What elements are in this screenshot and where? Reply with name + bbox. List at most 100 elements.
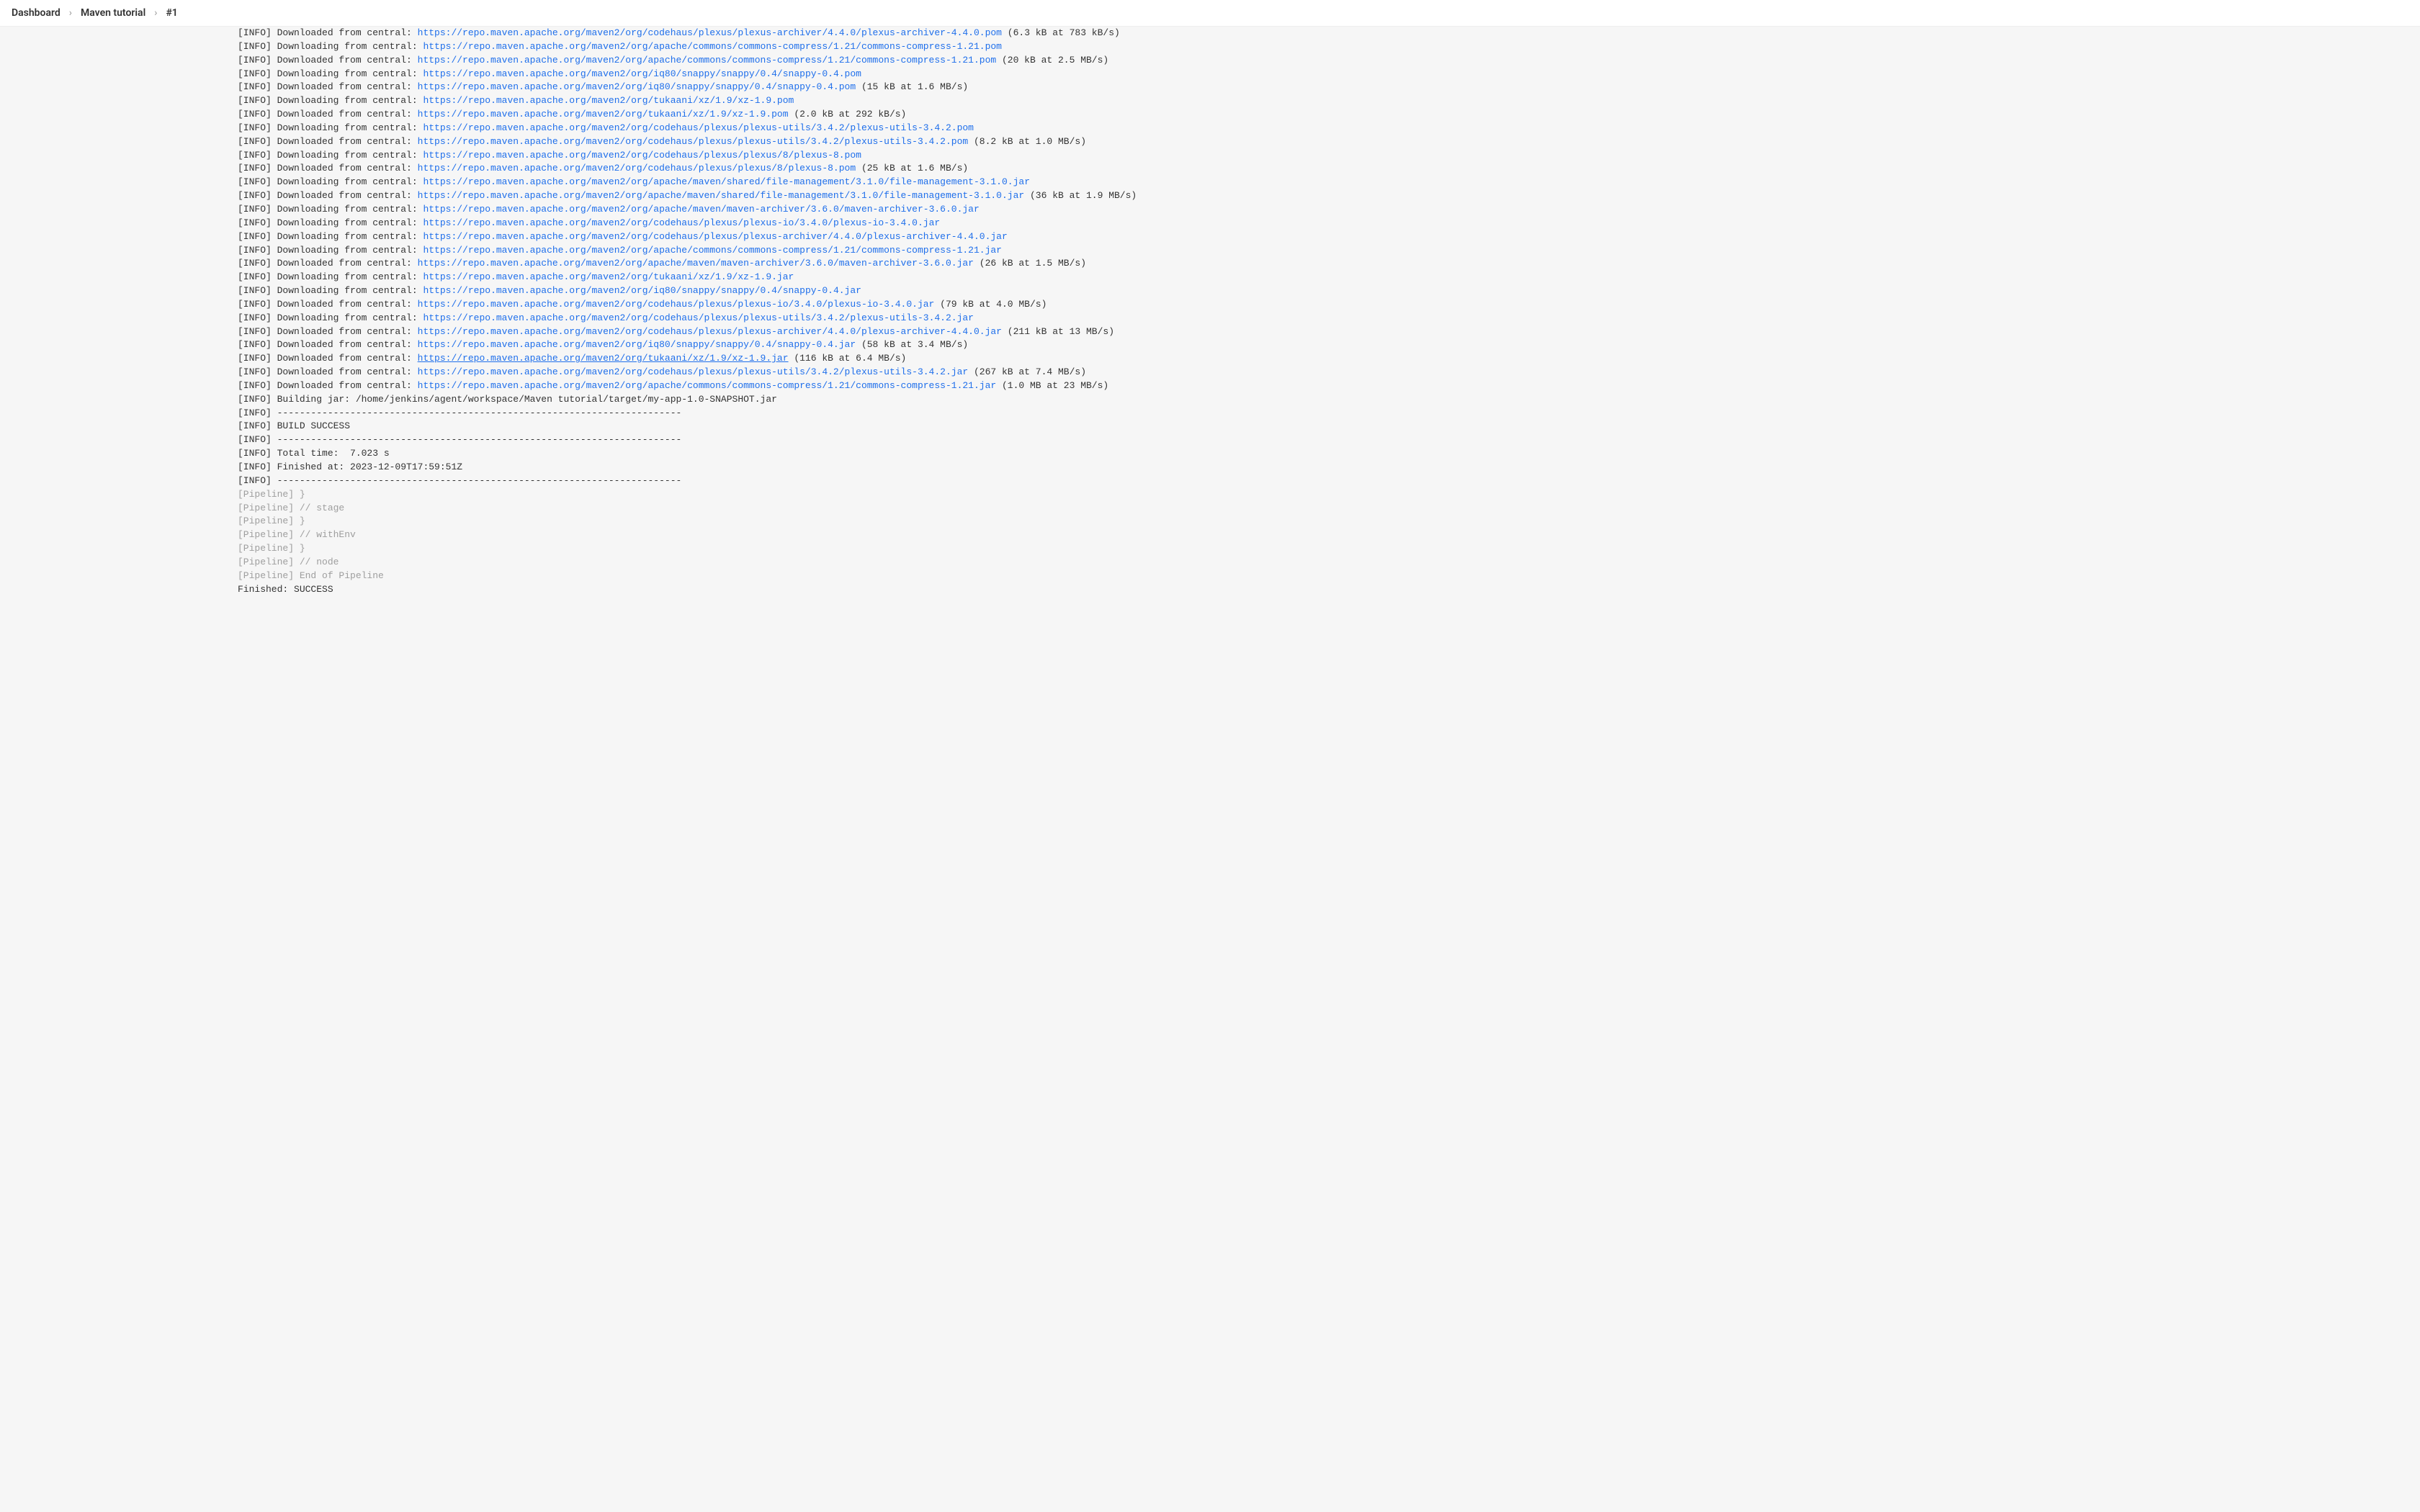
log-text: Finished: SUCCESS bbox=[238, 584, 333, 595]
log-text: (211 kB at 13 MB/s) bbox=[1002, 326, 1114, 337]
log-text: (8.2 kB at 1.0 MB/s) bbox=[968, 136, 1086, 147]
artifact-link[interactable]: https://repo.maven.apache.org/maven2/org… bbox=[418, 380, 997, 391]
log-text: [INFO] Downloaded from central: bbox=[238, 339, 418, 350]
pipeline-log-line: [Pipeline] } bbox=[238, 488, 2391, 502]
log-text: [INFO] Downloading from central: bbox=[238, 217, 423, 228]
log-line: [INFO] Downloaded from central: https://… bbox=[238, 257, 2391, 271]
pipeline-log-line: [Pipeline] } bbox=[238, 515, 2391, 528]
log-line: [INFO] Downloading from central: https:/… bbox=[238, 284, 2391, 298]
artifact-link[interactable]: https://repo.maven.apache.org/maven2/org… bbox=[423, 95, 794, 106]
artifact-link[interactable]: https://repo.maven.apache.org/maven2/org… bbox=[418, 163, 856, 174]
artifact-link[interactable]: https://repo.maven.apache.org/maven2/org… bbox=[418, 366, 969, 377]
log-line: [INFO] Downloading from central: https:/… bbox=[238, 203, 2391, 217]
console-output: [INFO] Downloaded from central: https://… bbox=[238, 27, 2391, 596]
log-line: [INFO] Downloaded from central: https://… bbox=[238, 298, 2391, 312]
log-text: [INFO] Total time: 7.023 s bbox=[238, 448, 390, 459]
breadcrumb-build[interactable]: #1 bbox=[166, 7, 177, 19]
log-text: (58 kB at 3.4 MB/s) bbox=[856, 339, 968, 350]
breadcrumb: Dashboard › Maven tutorial › #1 bbox=[0, 0, 2420, 27]
artifact-link[interactable]: https://repo.maven.apache.org/maven2/org… bbox=[418, 27, 1002, 38]
artifact-link[interactable]: https://repo.maven.apache.org/maven2/org… bbox=[423, 41, 1002, 52]
log-line: [INFO] Downloaded from central: https://… bbox=[238, 352, 2391, 366]
artifact-link[interactable]: https://repo.maven.apache.org/maven2/org… bbox=[418, 258, 974, 269]
artifact-link[interactable]: https://repo.maven.apache.org/maven2/org… bbox=[423, 122, 974, 133]
artifact-link[interactable]: https://repo.maven.apache.org/maven2/org… bbox=[423, 312, 974, 323]
log-text: (20 kB at 2.5 MB/s) bbox=[996, 55, 1108, 66]
log-line: [INFO] Downloaded from central: https://… bbox=[238, 366, 2391, 379]
artifact-link[interactable]: https://repo.maven.apache.org/maven2/org… bbox=[418, 190, 1025, 201]
log-line: [INFO] Downloading from central: https:/… bbox=[238, 217, 2391, 230]
log-text: [INFO] Downloaded from central: bbox=[238, 190, 418, 201]
artifact-link[interactable]: https://repo.maven.apache.org/maven2/org… bbox=[423, 285, 861, 296]
log-text: [INFO] Downloading from central: bbox=[238, 312, 423, 323]
console-output-panel: [INFO] Downloaded from central: https://… bbox=[223, 27, 2406, 613]
artifact-link[interactable]: https://repo.maven.apache.org/maven2/org… bbox=[423, 176, 1030, 187]
log-text: [INFO] ---------------------------------… bbox=[238, 408, 681, 418]
artifact-link[interactable]: https://repo.maven.apache.org/maven2/org… bbox=[423, 150, 861, 161]
log-line: [INFO] ---------------------------------… bbox=[238, 474, 2391, 488]
log-text: (26 kB at 1.5 MB/s) bbox=[974, 258, 1086, 269]
log-text: [INFO] Downloaded from central: bbox=[238, 55, 418, 66]
log-text: [INFO] Downloaded from central: bbox=[238, 163, 418, 174]
artifact-link[interactable]: https://repo.maven.apache.org/maven2/org… bbox=[423, 271, 794, 282]
log-text: [INFO] Downloaded from central: bbox=[238, 353, 418, 364]
log-text: [Pipeline] } bbox=[238, 516, 305, 526]
artifact-link[interactable]: https://repo.maven.apache.org/maven2/org… bbox=[418, 81, 856, 92]
log-text: [INFO] Downloaded from central: bbox=[238, 109, 418, 120]
log-line: [INFO] Downloading from central: https:/… bbox=[238, 122, 2391, 135]
page-body: [INFO] Downloaded from central: https://… bbox=[0, 27, 2420, 613]
log-text: [INFO] Downloaded from central: bbox=[238, 258, 418, 269]
log-text: [INFO] Downloading from central: bbox=[238, 122, 423, 133]
log-text: [Pipeline] End of Pipeline bbox=[238, 570, 384, 581]
log-text: [INFO] Downloading from central: bbox=[238, 271, 423, 282]
log-text: [Pipeline] // stage bbox=[238, 503, 344, 513]
log-text: [INFO] Downloaded from central: bbox=[238, 27, 418, 38]
log-line: [INFO] ---------------------------------… bbox=[238, 433, 2391, 447]
artifact-link[interactable]: https://repo.maven.apache.org/maven2/org… bbox=[418, 299, 935, 310]
pipeline-log-line: [Pipeline] // withEnv bbox=[238, 528, 2391, 542]
log-line: [INFO] Downloading from central: https:/… bbox=[238, 40, 2391, 54]
log-text: [INFO] Downloading from central: bbox=[238, 176, 423, 187]
log-line: Finished: SUCCESS bbox=[238, 583, 2391, 597]
log-line: [INFO] Downloaded from central: https://… bbox=[238, 338, 2391, 352]
pipeline-log-line: [Pipeline] // stage bbox=[238, 502, 2391, 516]
artifact-link[interactable]: https://repo.maven.apache.org/maven2/org… bbox=[418, 55, 997, 66]
log-line: [INFO] Downloaded from central: https://… bbox=[238, 325, 2391, 339]
pipeline-log-line: [Pipeline] // node bbox=[238, 556, 2391, 570]
log-text: [INFO] Finished at: 2023-12-09T17:59:51Z bbox=[238, 462, 462, 472]
log-line: [INFO] Downloading from central: https:/… bbox=[238, 271, 2391, 284]
chevron-right-icon: › bbox=[154, 7, 157, 19]
artifact-link[interactable]: https://repo.maven.apache.org/maven2/org… bbox=[418, 353, 789, 364]
log-text: (267 kB at 7.4 MB/s) bbox=[968, 366, 1086, 377]
sidebar-spacer bbox=[0, 27, 223, 613]
log-text: (6.3 kB at 783 kB/s) bbox=[1002, 27, 1120, 38]
pipeline-log-line: [Pipeline] } bbox=[238, 542, 2391, 556]
log-text: [INFO] Downloaded from central: bbox=[238, 326, 418, 337]
artifact-link[interactable]: https://repo.maven.apache.org/maven2/org… bbox=[418, 326, 1002, 337]
breadcrumb-dashboard[interactable]: Dashboard bbox=[12, 7, 60, 19]
log-line: [INFO] Downloaded from central: https://… bbox=[238, 162, 2391, 176]
artifact-link[interactable]: https://repo.maven.apache.org/maven2/org… bbox=[423, 217, 940, 228]
artifact-link[interactable]: https://repo.maven.apache.org/maven2/org… bbox=[418, 339, 856, 350]
log-text: [INFO] Downloading from central: bbox=[238, 68, 423, 79]
log-text: [INFO] Building jar: /home/jenkins/agent… bbox=[238, 394, 777, 405]
artifact-link[interactable]: https://repo.maven.apache.org/maven2/org… bbox=[418, 136, 969, 147]
artifact-link[interactable]: https://repo.maven.apache.org/maven2/org… bbox=[423, 68, 861, 79]
log-text: [INFO] Downloaded from central: bbox=[238, 81, 418, 92]
breadcrumb-job[interactable]: Maven tutorial bbox=[81, 7, 145, 19]
artifact-link[interactable]: https://repo.maven.apache.org/maven2/org… bbox=[423, 245, 1002, 256]
log-text: [INFO] Downloaded from central: bbox=[238, 136, 418, 147]
artifact-link[interactable]: https://repo.maven.apache.org/maven2/org… bbox=[423, 204, 979, 215]
log-line: [INFO] Downloaded from central: https://… bbox=[238, 189, 2391, 203]
pipeline-log-line: [Pipeline] End of Pipeline bbox=[238, 570, 2391, 583]
artifact-link[interactable]: https://repo.maven.apache.org/maven2/org… bbox=[423, 231, 1007, 242]
log-text: (36 kB at 1.9 MB/s) bbox=[1024, 190, 1137, 201]
log-line: [INFO] Downloaded from central: https://… bbox=[238, 27, 2391, 40]
log-line: [INFO] Downloading from central: https:/… bbox=[238, 94, 2391, 108]
log-line: [INFO] Downloaded from central: https://… bbox=[238, 81, 2391, 94]
artifact-link[interactable]: https://repo.maven.apache.org/maven2/org… bbox=[418, 109, 789, 120]
log-text: [INFO] Downloading from central: bbox=[238, 150, 423, 161]
chevron-right-icon: › bbox=[69, 7, 72, 19]
log-text: (116 kB at 6.4 MB/s) bbox=[789, 353, 907, 364]
log-line: [INFO] Downloaded from central: https://… bbox=[238, 54, 2391, 68]
